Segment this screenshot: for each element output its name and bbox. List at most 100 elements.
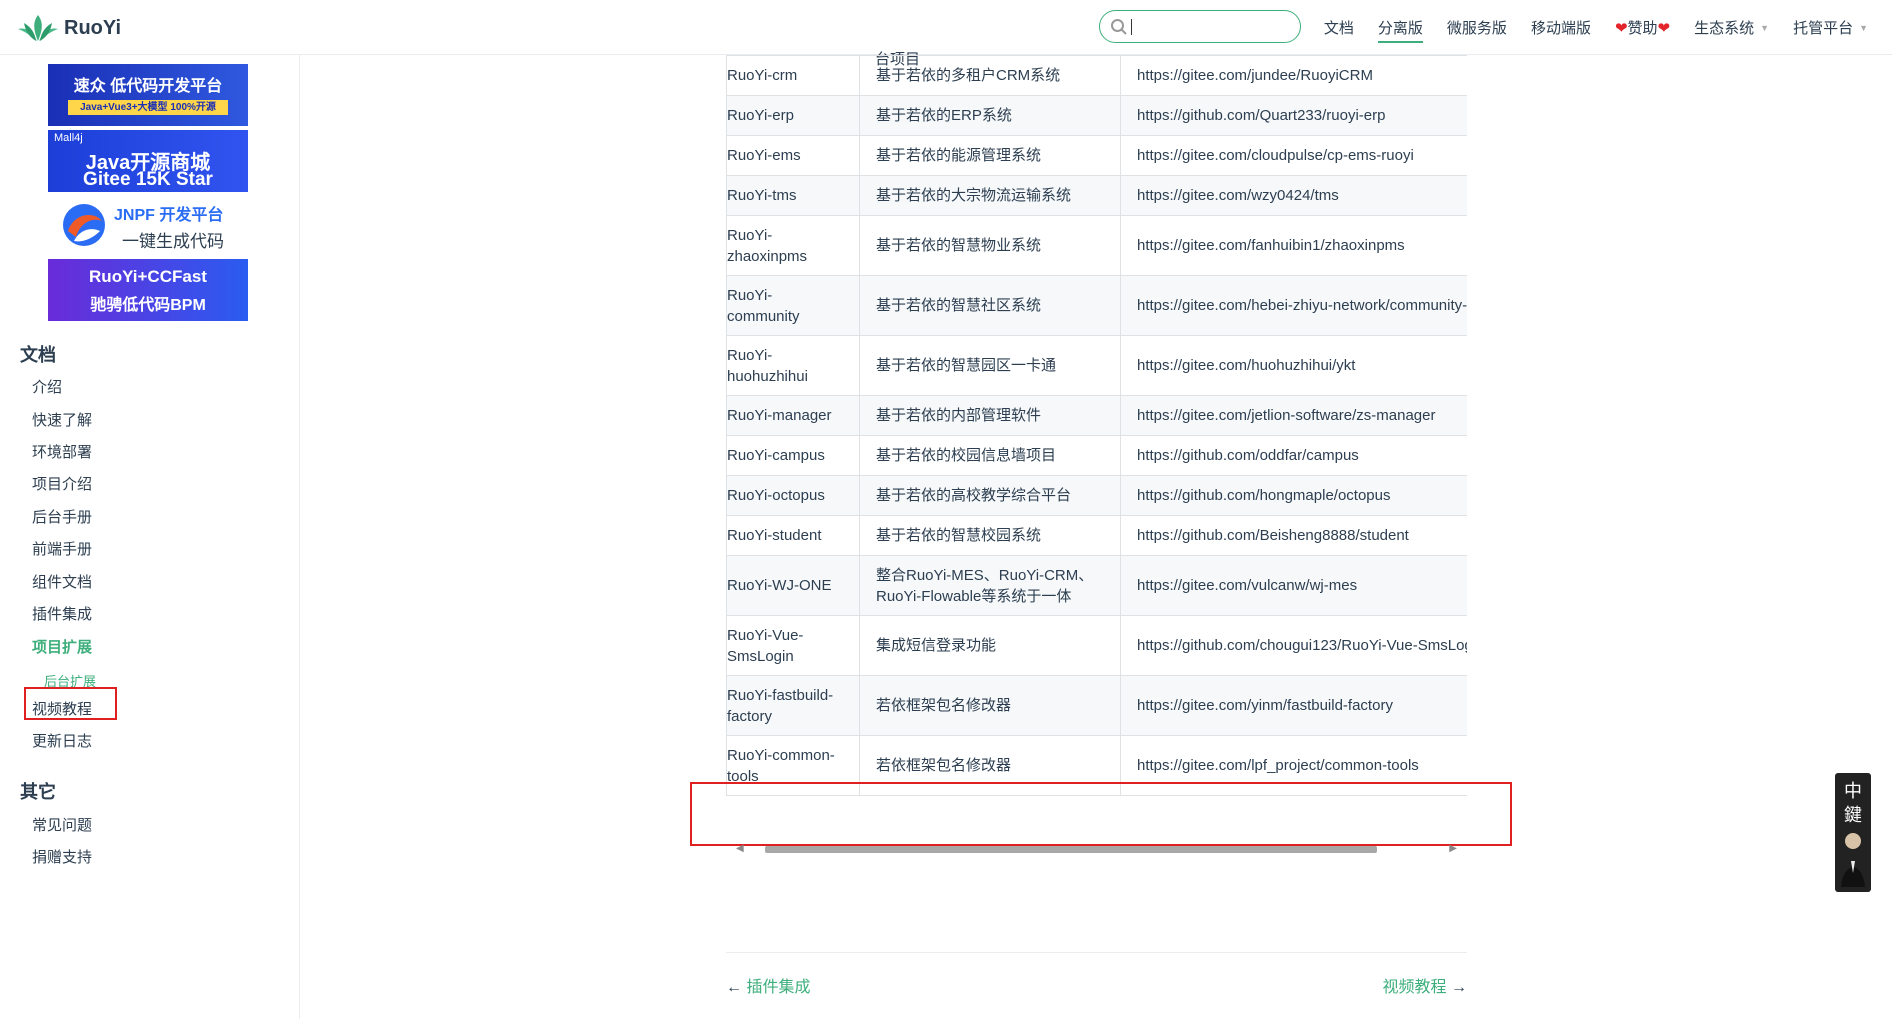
project-name-cell: RuoYi-Vue-SmsLogin [726, 615, 860, 676]
logo[interactable]: RuoYi [18, 13, 121, 43]
widget-char: 中 [1844, 781, 1862, 802]
nav-microservice-edition[interactable]: 微服务版 [1447, 0, 1507, 55]
project-url-cell[interactable]: https://gitee.com/huohuzhihui/ykt [1120, 335, 1467, 396]
project-desc-cell: 基于若依的内部管理软件 [859, 395, 1121, 436]
table-row: RuoYi-zhaoxinpms 基于若依的智慧物业系统 https://gitee… [726, 215, 1467, 276]
sidebar-group-title-other: 其它 [20, 782, 56, 802]
sidebar: 速众 低代码开发平台 Java+Vue3+大模型 100%开源 Mall4j J… [0, 55, 300, 1019]
project-table-scroll[interactable]: RuoYi-crm 基于若依的多租户CRM系统 https://gitee.com/… [726, 55, 1467, 847]
nav-label: 分离版 [1377, 20, 1423, 37]
sidebar-item-intro[interactable]: 介绍 [32, 376, 62, 397]
project-name-cell: RuoYi-erp [726, 95, 860, 136]
nav-ecosystem[interactable]: 生态系统 ▼ [1694, 0, 1769, 55]
prev-page-link[interactable]: ← 插件集成 [726, 973, 810, 997]
sidebar-item-faq[interactable]: 常见问题 [32, 814, 92, 835]
project-desc-cell: 基于若依的能源管理系统 [859, 135, 1121, 176]
ad-subtitle: 驰骋低代码BPM [90, 297, 206, 314]
heart-icon: ❤ [1657, 19, 1671, 37]
table-row: RuoYi-student 基于若依的智慧校园系统 https://github.c… [726, 515, 1467, 556]
heart-icon: ❤ [1614, 19, 1628, 37]
horizontal-scrollbar[interactable]: ◀ ▶ [726, 843, 1467, 858]
nav-links: 文档 分离版 微服务版 移动端版 ❤ 赞助 ❤ 生态系统 ▼ 托管平台 ▼ [1324, 0, 1892, 55]
project-name-cell: RuoYi-octopus [726, 475, 860, 516]
ad-subtitle: Java+Vue3+大模型 100%开源 [68, 100, 228, 115]
sidebar-item-changelog[interactable]: 更新日志 [32, 730, 92, 751]
arrow-right-icon: → [1451, 979, 1467, 996]
sidebar-item-donate[interactable]: 捐赠支持 [32, 846, 92, 867]
project-name-cell: RuoYi-community [726, 275, 860, 336]
ad-title: RuoYi+CCFast [89, 267, 207, 286]
project-url-cell[interactable]: https://github.com/oddfar/campus [1120, 435, 1467, 476]
scroll-left-arrow-icon[interactable]: ◀ [736, 843, 744, 854]
ad-subtitle: Gitee 15K Star [83, 169, 213, 190]
top-navbar: RuoYi 文档 分离版 微服务版 移动端版 ❤ 赞助 ❤ 生态系统 ▼ 托管平台 ▼ [0, 0, 1892, 55]
nav-docs[interactable]: 文档 [1324, 0, 1354, 55]
nav-hosting[interactable]: 托管平台 ▼ [1793, 0, 1868, 55]
sidebar-item-video-tutorials[interactable]: 视频教程 [32, 698, 92, 719]
sidebar-item-quick-start[interactable]: 快速了解 [32, 409, 92, 430]
scrollbar-thumb[interactable] [765, 846, 1377, 853]
project-url-cell[interactable]: https://gitee.com/vulcanw/wj-mes [1120, 555, 1467, 616]
ad-banner-ccfast[interactable]: RuoYi+CCFast 驰骋低代码BPM [48, 259, 248, 321]
project-url-cell[interactable]: https://github.com/hongmaple/octopus [1120, 475, 1467, 516]
sidebar-item-plugin-integration[interactable]: 插件集成 [32, 603, 92, 624]
nav-label: 移动端版 [1530, 20, 1591, 37]
sidebar-item-backend-manual[interactable]: 后台手册 [32, 506, 92, 527]
sidebar-item-project-extension[interactable]: 项目扩展 [32, 636, 92, 657]
project-desc-cell: 基于若依的多租户CRM系统 [859, 55, 1121, 96]
project-url-cell[interactable]: https://github.com/Beisheng8888/student [1120, 515, 1467, 556]
widget-char: 鍵 [1844, 805, 1862, 826]
sidebar-item-frontend-manual[interactable]: 前端手册 [32, 538, 92, 559]
table-row: RuoYi-tms 基于若依的大宗物流运输系统 https://gitee.com/… [726, 175, 1467, 216]
ad-banner-suzhong[interactable]: 速众 低代码开发平台 Java+Vue3+大模型 100%开源 [48, 64, 248, 126]
project-url-cell[interactable]: https://github.com/chougui123/RuoYi-Vue-… [1120, 615, 1467, 676]
sidebar-item-env-deploy[interactable]: 环境部署 [32, 441, 92, 462]
person-figure-icon [1841, 833, 1865, 887]
scroll-right-arrow-icon[interactable]: ▶ [1449, 843, 1457, 854]
caret-down-icon: ▼ [1760, 22, 1770, 33]
nav-mobile-edition[interactable]: 移动端版 [1531, 0, 1591, 55]
project-desc-cell: 基于若依的高校教学综合平台 [859, 475, 1121, 516]
project-desc-cell: 集成短信登录功能 [859, 615, 1121, 676]
table-row: RuoYi-erp 基于若依的ERP系统 https://github.com/Qu… [726, 95, 1467, 136]
nav-label: 赞助 [1627, 20, 1658, 37]
prev-page-label: 插件集成 [746, 979, 811, 996]
project-desc-cell: 基于若依的校园信息墙项目 [859, 435, 1121, 476]
ad-banner-mall4j[interactable]: Mall4j Java开源商城 Gitee 15K Star [48, 130, 248, 192]
project-desc-cell: 基于若依的智慧物业系统 [859, 215, 1121, 276]
highlight-box-row [690, 782, 1512, 846]
project-url-cell[interactable]: https://gitee.com/jetlion-software/zs-ma… [1120, 395, 1467, 436]
floating-side-widget[interactable]: 中 鍵 [1835, 773, 1871, 892]
project-extension-table: RuoYi-crm 基于若依的多租户CRM系统 https://gitee.com/… [726, 55, 1467, 796]
search-icon [1111, 19, 1127, 35]
text-caret [1131, 19, 1132, 35]
sidebar-subitem-backend-extension[interactable]: 后台扩展 [44, 671, 96, 690]
sidebar-item-project-intro[interactable]: 项目介绍 [32, 473, 92, 494]
project-name-cell: RuoYi-campus [726, 435, 860, 476]
nav-label: 微服务版 [1446, 20, 1507, 37]
project-url-cell[interactable]: https://gitee.com/hebei-zhiyu-network/co… [1120, 275, 1467, 336]
search-input[interactable] [1099, 10, 1301, 43]
table-row: RuoYi-manager 基于若依的内部管理软件 https://gitee.co… [726, 395, 1467, 436]
table-row: RuoYi-crm 基于若依的多租户CRM系统 https://gitee.com/… [726, 55, 1467, 96]
project-url-cell[interactable]: https://gitee.com/jundee/RuoyiCRM [1120, 55, 1467, 96]
table-row: RuoYi-Vue-SmsLogin 集成短信登录功能 https://github… [726, 615, 1467, 676]
leaf-logo-icon [18, 15, 58, 41]
sidebar-item-component-docs[interactable]: 组件文档 [32, 571, 92, 592]
project-url-cell[interactable]: https://gitee.com/yinm/fastbuild-factory [1120, 675, 1467, 736]
ad-banner-jnpf[interactable]: JNPF 开发平台 一键生成代码 [48, 195, 248, 257]
nav-separated-edition[interactable]: 分离版 [1377, 0, 1423, 55]
next-page-link[interactable]: 视频教程 → [1383, 973, 1467, 997]
project-desc-cell: 基于若依的大宗物流运输系统 [859, 175, 1121, 216]
project-url-cell[interactable]: https://gitee.com/cloudpulse/cp-ems-ruoy… [1120, 135, 1467, 176]
project-desc-cell: 整合RuoYi-MES、RuoYi-CRM、RuoYi-Flowable等系统于… [859, 555, 1121, 616]
table-row: RuoYi-fastbuild-factory 若依框架包名修改器 https://… [726, 675, 1467, 736]
project-desc-cell: 基于若依的智慧园区一卡通 [859, 335, 1121, 396]
project-name-cell: RuoYi-crm [726, 55, 860, 96]
project-url-cell[interactable]: https://github.com/Quart233/ruoyi-erp [1120, 95, 1467, 136]
project-url-cell[interactable]: https://gitee.com/fanhuibin1/zhaoxinpms [1120, 215, 1467, 276]
arrow-left-icon: ← [726, 979, 742, 996]
nav-sponsor[interactable]: ❤ 赞助 ❤ [1615, 0, 1670, 55]
project-url-cell[interactable]: https://gitee.com/wzy0424/tms [1120, 175, 1467, 216]
nav-label: 托管平台 [1793, 20, 1854, 37]
